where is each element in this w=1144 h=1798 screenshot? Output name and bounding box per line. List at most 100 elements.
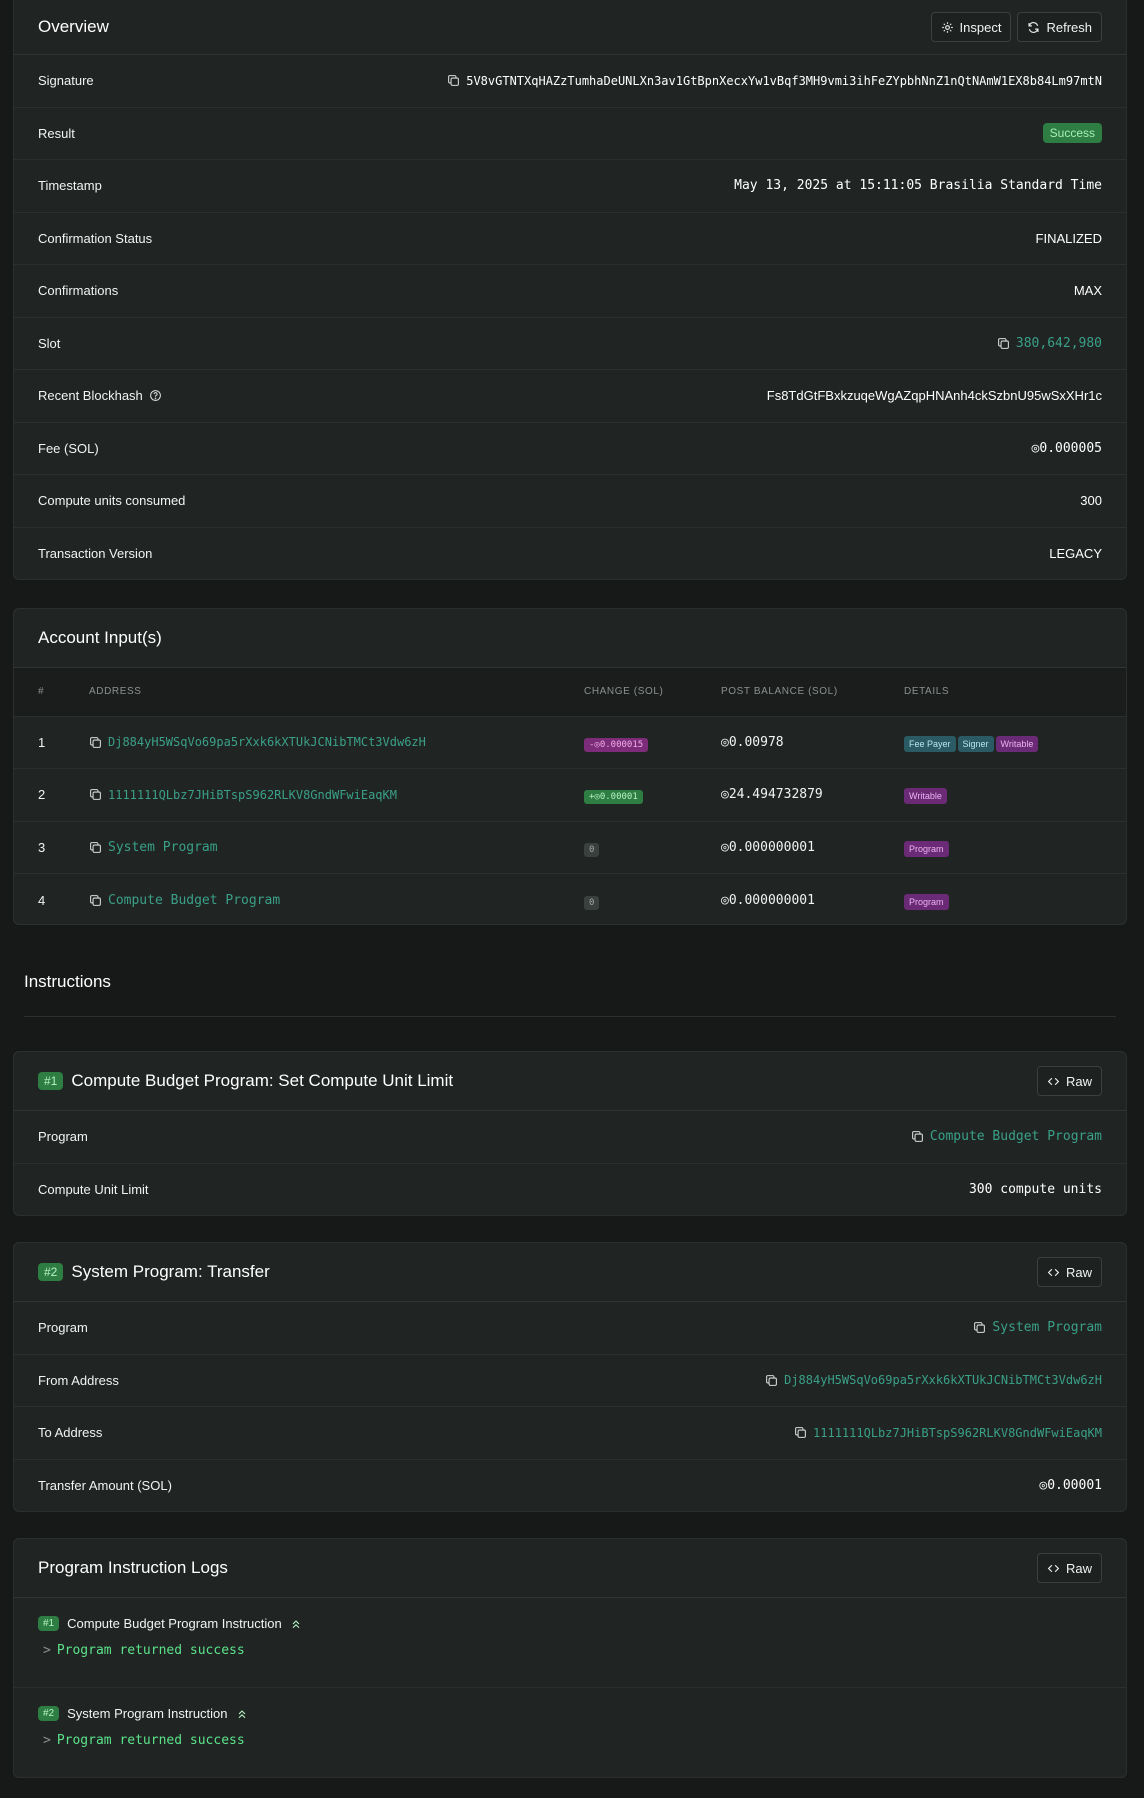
change-badge: 0: [584, 842, 600, 857]
slot-label: Slot: [38, 335, 61, 351]
program-link[interactable]: Compute Budget Program: [930, 1129, 1102, 1144]
col-header-change: CHANGE (SOL): [584, 668, 721, 717]
program-value: System Program: [973, 1320, 1102, 1335]
confirmations-label: Confirmations: [38, 283, 119, 299]
tx-version-value: LEGACY: [1049, 546, 1102, 562]
inspect-button[interactable]: Inspect: [930, 12, 1012, 42]
copy-icon[interactable]: [997, 337, 1010, 350]
copy-icon[interactable]: [765, 1374, 778, 1387]
recent-blockhash-label-text: Recent Blockhash: [38, 388, 143, 404]
program-label: Program: [38, 1129, 88, 1145]
copy-icon[interactable]: [89, 841, 102, 854]
instruction-row-from: From Address Dj884yH5WSqVo69pa5rXxk6kXTU…: [14, 1355, 1126, 1407]
accounts-card: Account Input(s) # ADDRESS CHANGE (SOL) …: [13, 608, 1127, 925]
col-header-address: ADDRESS: [89, 668, 584, 717]
from-address-value: Dj884yH5WSqVo69pa5rXxk6kXTUkJCNibTMCt3Vd…: [765, 1373, 1102, 1387]
instruction-row-compute-limit: Compute Unit Limit 300 compute units: [14, 1164, 1126, 1216]
from-address-link[interactable]: Dj884yH5WSqVo69pa5rXxk6kXTUkJCNibTMCt3Vd…: [784, 1373, 1102, 1387]
table-row: 4 Compute Budget Program 0 ◎0.000000001 …: [14, 874, 1126, 925]
copy-icon[interactable]: [89, 736, 102, 749]
account-address: 1111111QLbz7JHiBTspS962RLKV8GndWFwiEaqKM: [89, 768, 584, 822]
copy-icon[interactable]: [447, 74, 460, 87]
account-change: +◎0.00001: [584, 768, 721, 822]
col-header-balance: POST BALANCE (SOL): [721, 668, 904, 717]
result-label: Result: [38, 125, 75, 141]
code-icon: [1047, 1564, 1060, 1572]
recent-blockhash-value: Fs8TdGtFBxkzuqeWgAZqpHNAnh4ckSzbnU95wSxX…: [766, 388, 1102, 404]
instructions-heading: Instructions: [24, 972, 111, 991]
account-balance: ◎0.00978: [721, 716, 904, 769]
copy-icon[interactable]: [89, 894, 102, 907]
account-balance: ◎0.000000001: [721, 892, 815, 908]
col-header-num: #: [14, 668, 89, 717]
raw-button[interactable]: Raw: [1036, 1553, 1102, 1583]
account-change: -◎0.000015: [584, 716, 721, 769]
copy-icon[interactable]: [973, 1321, 986, 1334]
gear-icon: [941, 21, 953, 33]
help-icon[interactable]: [149, 389, 162, 402]
account-balance: ◎24.494732879: [721, 768, 904, 822]
timestamp-row: Timestamp May 13, 2025 at 15:11:05 Brasi…: [14, 160, 1126, 213]
change-badge: 0: [584, 895, 600, 910]
copy-icon[interactable]: [794, 1426, 807, 1439]
raw-button[interactable]: Raw: [1036, 1066, 1102, 1096]
log-entry: #2 System Program Instruction > Program r…: [14, 1688, 1126, 1777]
slot-row: Slot 380,642,980: [14, 318, 1126, 370]
account-address: Compute Budget Program: [89, 874, 584, 925]
chevrons-up-icon[interactable]: [236, 1708, 248, 1720]
confirmations-row: Confirmations MAX: [14, 265, 1126, 318]
account-address: System Program: [89, 821, 584, 874]
signature-text[interactable]: 5V8vGTNTXqHAZzTumhaDeUNLXn3av1GtBpnXecxY…: [466, 74, 1102, 88]
instruction-card-1: #1 Compute Budget Program: Set Compute U…: [13, 1051, 1127, 1216]
log-number-badge: #1: [38, 1616, 60, 1631]
confirmation-status-label: Confirmation Status: [38, 230, 153, 246]
compute-unit-limit-value: 300 compute units: [968, 1182, 1102, 1198]
account-link[interactable]: Compute Budget Program: [108, 893, 280, 908]
fee-payer-tag: Fee Payer: [904, 735, 956, 752]
instruction-row-program: Program System Program: [14, 1302, 1126, 1355]
log-prompt: >: [43, 1643, 51, 1658]
logs-header: Program Instruction Logs Raw: [14, 1539, 1126, 1598]
recent-blockhash-label: Recent Blockhash: [38, 388, 162, 403]
confirmation-status-value: FINALIZED: [1035, 230, 1102, 246]
copy-icon[interactable]: [911, 1130, 924, 1143]
row-num: 1: [14, 716, 89, 769]
raw-button[interactable]: Raw: [1036, 1257, 1102, 1287]
chevrons-up-icon[interactable]: [290, 1618, 302, 1630]
from-address-label: From Address: [38, 1372, 119, 1388]
overview-title: Overview: [38, 17, 109, 36]
recent-blockhash-row: Recent Blockhash Fs8TdGtFBxkzuqeWgAZqpHN…: [14, 370, 1126, 423]
log-entry-header[interactable]: #1 Compute Budget Program Instruction: [38, 1616, 1102, 1631]
copy-icon[interactable]: [89, 788, 102, 801]
account-change: 0: [584, 821, 721, 874]
table-row: 1 Dj884yH5WSqVo69pa5rXxk6kXTUkJCNibTMCt3…: [14, 716, 1126, 769]
code-icon: [1047, 1268, 1060, 1276]
logs-card: Program Instruction Logs Raw #1 Compute …: [13, 1538, 1127, 1778]
log-message: Program returned success: [56, 1643, 245, 1658]
instruction-row-to: To Address 1111111QLbz7JHiBTspS962RLKV8G…: [14, 1407, 1126, 1460]
account-address: Dj884yH5WSqVo69pa5rXxk6kXTUkJCNibTMCt3Vd…: [89, 716, 584, 769]
account-link[interactable]: System Program: [108, 840, 218, 855]
to-address-value: 1111111QLbz7JHiBTspS962RLKV8GndWFwiEaqKM: [794, 1426, 1102, 1440]
refresh-button[interactable]: Refresh: [1017, 12, 1102, 42]
slot-link[interactable]: 380,642,980: [1016, 336, 1102, 351]
raw-label: Raw: [1065, 1073, 1092, 1089]
log-entry-header[interactable]: #2 System Program Instruction: [38, 1706, 1102, 1721]
program-label: Program: [38, 1320, 88, 1336]
log-line: > Program returned success: [43, 1643, 1102, 1658]
to-address-link[interactable]: 1111111QLbz7JHiBTspS962RLKV8GndWFwiEaqKM: [813, 1426, 1102, 1440]
instruction-row-amount: Transfer Amount (SOL) ◎0.00001: [14, 1460, 1126, 1512]
program-link[interactable]: System Program: [992, 1320, 1102, 1335]
transfer-amount-label: Transfer Amount (SOL): [38, 1478, 172, 1494]
log-line: > Program returned success: [43, 1733, 1102, 1748]
timestamp-label: Timestamp: [38, 178, 102, 194]
account-details: Program: [904, 874, 1126, 925]
account-link[interactable]: Dj884yH5WSqVo69pa5rXxk6kXTUkJCNibTMCt3Vd…: [108, 735, 426, 749]
change-badge: +◎0.00001: [584, 790, 643, 805]
log-title: Compute Budget Program Instruction: [67, 1616, 282, 1631]
account-link[interactable]: 1111111QLbz7JHiBTspS962RLKV8GndWFwiEaqKM: [108, 788, 397, 802]
change-badge: -◎0.000015: [584, 737, 649, 752]
account-details: Program: [904, 821, 1126, 874]
program-value: Compute Budget Program: [911, 1129, 1102, 1144]
instruction-title-text: Compute Budget Program: Set Compute Unit…: [71, 1071, 454, 1090]
